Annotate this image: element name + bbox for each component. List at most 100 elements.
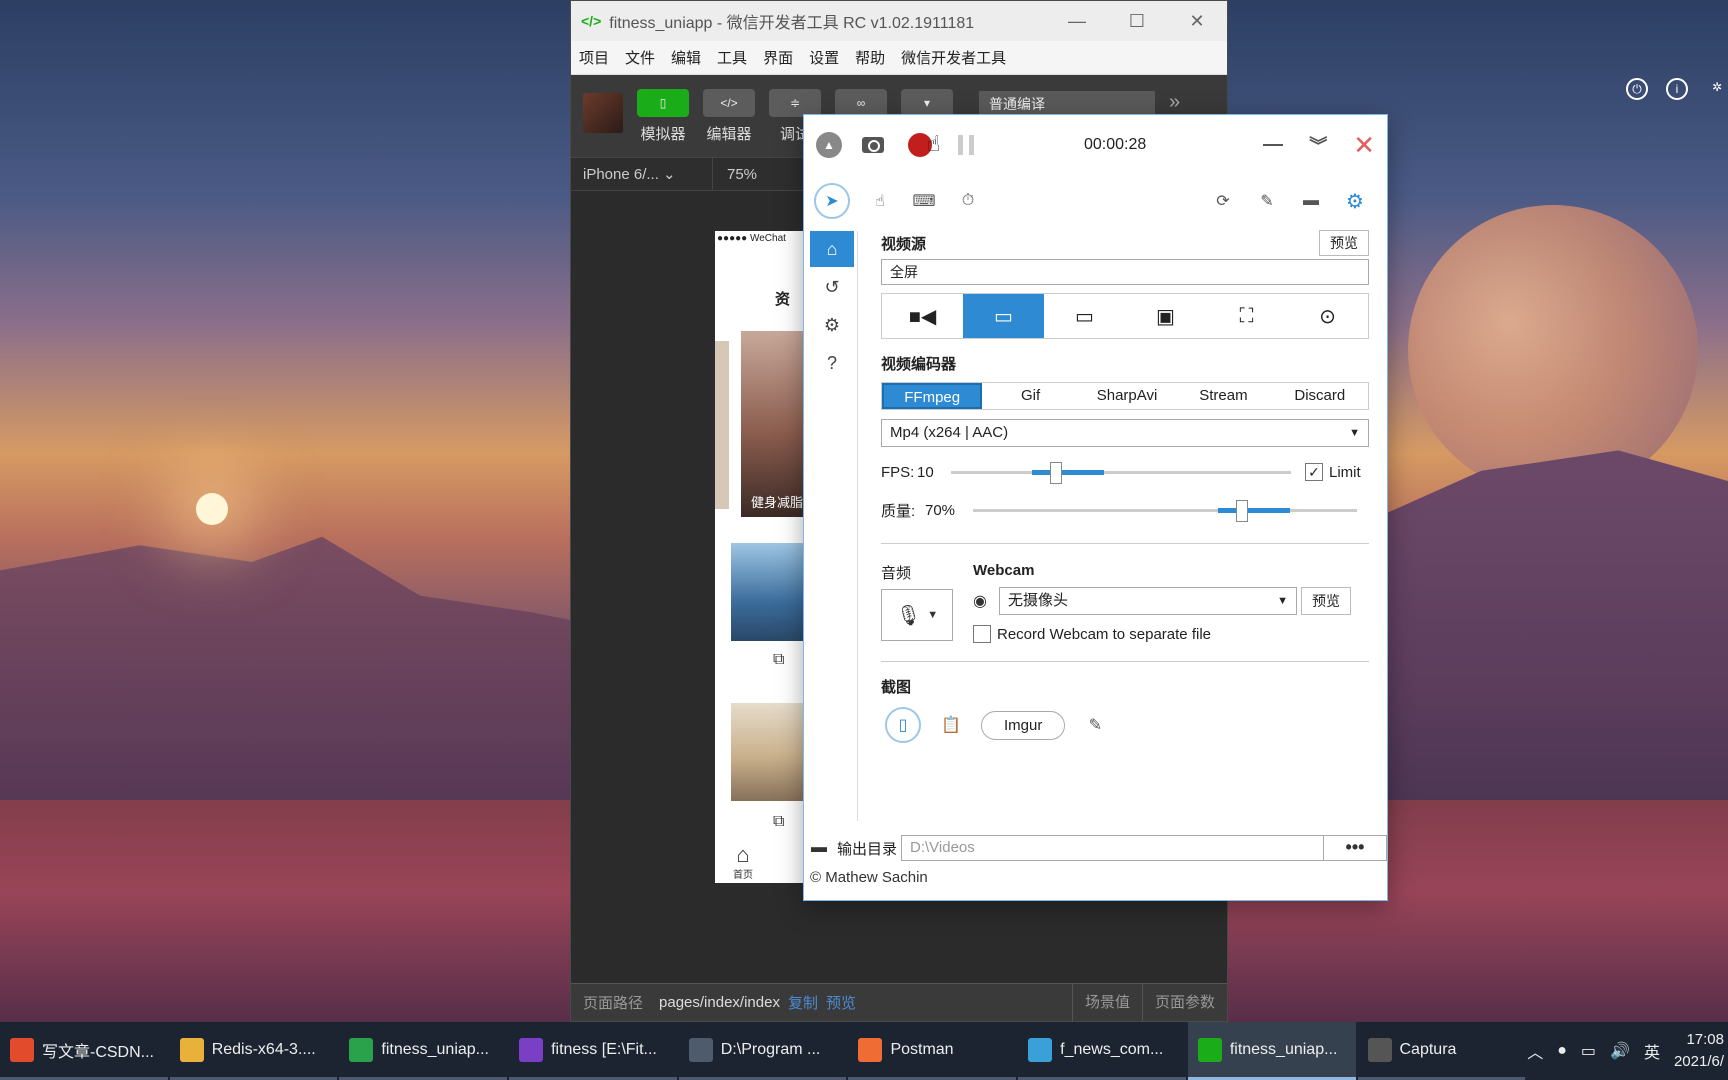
carousel-prev-card[interactable] bbox=[715, 341, 729, 509]
taskbar-item[interactable]: f_news_com... bbox=[1018, 1022, 1186, 1080]
taskbar-item[interactable]: Captura bbox=[1357, 1022, 1526, 1080]
settings-icon[interactable]: ✲ bbox=[1706, 78, 1728, 100]
cursor-icon[interactable]: ➤ bbox=[814, 183, 850, 219]
menu-item-settings[interactable]: 设置 bbox=[809, 47, 839, 68]
menu-item-project[interactable]: 项目 bbox=[579, 47, 609, 68]
taskbar-item[interactable]: 写文章-CSDN... bbox=[0, 1022, 168, 1080]
webcam-source-icon[interactable]: ■◀ bbox=[882, 294, 963, 338]
menu-item-view[interactable]: 界面 bbox=[763, 47, 793, 68]
video-source-title: 视频源 bbox=[881, 235, 927, 253]
gear-icon[interactable]: ⚙ bbox=[1333, 183, 1377, 219]
copy-link[interactable]: 复制 bbox=[788, 992, 818, 1013]
chevron-up-icon[interactable]: ︿ bbox=[1527, 1039, 1543, 1063]
tab-stream[interactable]: Stream bbox=[1175, 383, 1271, 409]
clock[interactable]: 17:08 2021/6/ bbox=[1674, 1029, 1724, 1073]
page-params-button[interactable]: 页面参数 bbox=[1141, 984, 1227, 1021]
stopwatch-icon[interactable]: ⏱ bbox=[946, 183, 990, 219]
device-select[interactable]: iPhone 6/... ⌄ bbox=[571, 158, 713, 190]
tab-discard[interactable]: Discard bbox=[1272, 383, 1368, 409]
gamepad-source-icon[interactable]: ⊙ bbox=[1287, 294, 1368, 338]
fps-slider-thumb[interactable] bbox=[1050, 462, 1062, 484]
info-icon[interactable]: i bbox=[1666, 78, 1688, 100]
tab-sharpavi[interactable]: SharpAvi bbox=[1079, 383, 1175, 409]
scene-value-button[interactable]: 场景值 bbox=[1071, 984, 1142, 1021]
menu-item-edit[interactable]: 编辑 bbox=[671, 47, 701, 68]
article-image[interactable] bbox=[731, 543, 809, 641]
clipboard-icon[interactable]: 📋 bbox=[939, 707, 963, 743]
power-icon[interactable]: ⏻ bbox=[1626, 78, 1648, 100]
brush-icon[interactable]: ✎ bbox=[1245, 183, 1289, 219]
history-icon[interactable]: ↺ bbox=[810, 269, 854, 305]
taskbar-item[interactable]: Postman bbox=[848, 1022, 1017, 1080]
tab-home[interactable]: ⌂ 首页 bbox=[733, 844, 753, 882]
folder-icon[interactable]: ▬ bbox=[807, 839, 831, 857]
window-source-icon[interactable]: ▣ bbox=[1125, 294, 1206, 338]
menu-item-file[interactable]: 文件 bbox=[625, 47, 655, 68]
carousel-card[interactable]: 健身减脂 bbox=[741, 331, 810, 517]
preview-link[interactable]: 预览 bbox=[826, 992, 856, 1013]
double-chevron-down-icon[interactable]: ︾ bbox=[1309, 132, 1327, 158]
webcam-preview-button[interactable]: 预览 bbox=[1301, 587, 1351, 615]
folder-icon[interactable]: ▬ bbox=[1289, 183, 1333, 219]
video-source-field[interactable]: 全屏 bbox=[881, 259, 1369, 285]
keyboard-icon[interactable]: ⌨ bbox=[902, 183, 946, 219]
separate-file-checkbox[interactable] bbox=[973, 625, 991, 643]
battery-icon[interactable]: ▭ bbox=[1581, 1041, 1596, 1061]
taskbar-item[interactable]: D:\Program ... bbox=[678, 1022, 847, 1080]
chevron-down-icon: ▼ bbox=[1277, 595, 1288, 607]
taskbar-item-label: Captura bbox=[1399, 1040, 1457, 1058]
menu-item-devtools[interactable]: 微信开发者工具 bbox=[901, 47, 1006, 68]
dropdown-tool[interactable]: ▾ bbox=[901, 89, 953, 117]
imgur-button[interactable]: Imgur bbox=[981, 710, 1066, 740]
quality-slider[interactable] bbox=[973, 500, 1357, 522]
tab-gif[interactable]: Gif bbox=[982, 383, 1078, 409]
hand-icon[interactable]: ☝ bbox=[858, 183, 902, 219]
cloud-tool[interactable]: ∞ bbox=[835, 89, 887, 117]
refresh-icon[interactable]: ⟳ bbox=[1201, 183, 1245, 219]
fps-slider[interactable] bbox=[951, 462, 1291, 484]
screen-source-icon[interactable]: ▭ bbox=[963, 294, 1044, 338]
menu-item-help[interactable]: 帮助 bbox=[855, 47, 885, 68]
qq-icon[interactable]: ● bbox=[1557, 1042, 1567, 1060]
camera-icon[interactable] bbox=[862, 137, 884, 153]
double-chevron-right-icon[interactable]: » bbox=[1169, 91, 1180, 114]
webcam-select[interactable]: 无摄像头 ▼ bbox=[999, 587, 1297, 615]
volume-icon[interactable]: 🔊 bbox=[1610, 1041, 1630, 1061]
close-button[interactable]: ✕ bbox=[1167, 11, 1227, 32]
quality-slider-thumb[interactable] bbox=[1236, 500, 1248, 522]
region-source-icon[interactable]: ⛶ bbox=[1206, 294, 1287, 338]
taskbar-item[interactable]: fitness_uniap... bbox=[339, 1022, 508, 1080]
home-icon[interactable]: ⌂ bbox=[810, 231, 854, 267]
collapse-up-icon[interactable]: ▲ bbox=[816, 132, 842, 158]
taskbar-item[interactable]: Redis-x64-3.... bbox=[169, 1022, 338, 1080]
share-icon[interactable]: ⧉ bbox=[773, 813, 784, 831]
editor-tool[interactable]: </> 编辑器 bbox=[703, 89, 755, 144]
video-source-preview-button[interactable]: 预览 bbox=[1319, 230, 1369, 256]
minimize-button[interactable] bbox=[1263, 144, 1284, 146]
tab-ffmpeg[interactable]: FFmpeg bbox=[882, 383, 983, 409]
taskbar-item[interactable]: fitness_uniap... bbox=[1187, 1022, 1356, 1080]
encoder-title: 视频编码器 bbox=[881, 356, 957, 373]
zoom-select[interactable]: 75% bbox=[713, 166, 757, 183]
simulator-tool[interactable]: ▯ 模拟器 bbox=[637, 89, 689, 144]
output-folder-path[interactable]: D:\Videos bbox=[901, 835, 1324, 861]
maximize-button[interactable]: ☐ bbox=[1107, 11, 1167, 32]
close-button[interactable]: ✕ bbox=[1353, 132, 1375, 158]
format-select[interactable]: Mp4 (x264 | AAC) ▼ bbox=[881, 419, 1369, 447]
pause-button[interactable] bbox=[958, 135, 974, 155]
article-image[interactable] bbox=[731, 703, 809, 801]
pencil-icon[interactable]: ✎ bbox=[1083, 707, 1107, 743]
share-icon[interactable]: ⧉ bbox=[773, 651, 784, 669]
help-icon[interactable]: ? bbox=[810, 345, 854, 381]
minimize-button[interactable]: — bbox=[1047, 11, 1107, 32]
monitor-source-icon[interactable]: ▭ bbox=[1044, 294, 1125, 338]
limit-checkbox[interactable]: ✓ bbox=[1305, 463, 1323, 481]
microphone-button[interactable]: 🎙 ▼ bbox=[881, 589, 953, 641]
menu-item-tools[interactable]: 工具 bbox=[717, 47, 747, 68]
more-options-button[interactable]: ••• bbox=[1323, 835, 1387, 861]
save-file-icon[interactable]: ▯ bbox=[885, 707, 921, 743]
taskbar-item[interactable]: fitness [E:\Fit... bbox=[509, 1022, 677, 1080]
gear-icon[interactable]: ⚙ bbox=[810, 307, 854, 343]
ime-indicator[interactable]: 英 bbox=[1644, 1039, 1660, 1063]
avatar[interactable] bbox=[583, 93, 623, 133]
